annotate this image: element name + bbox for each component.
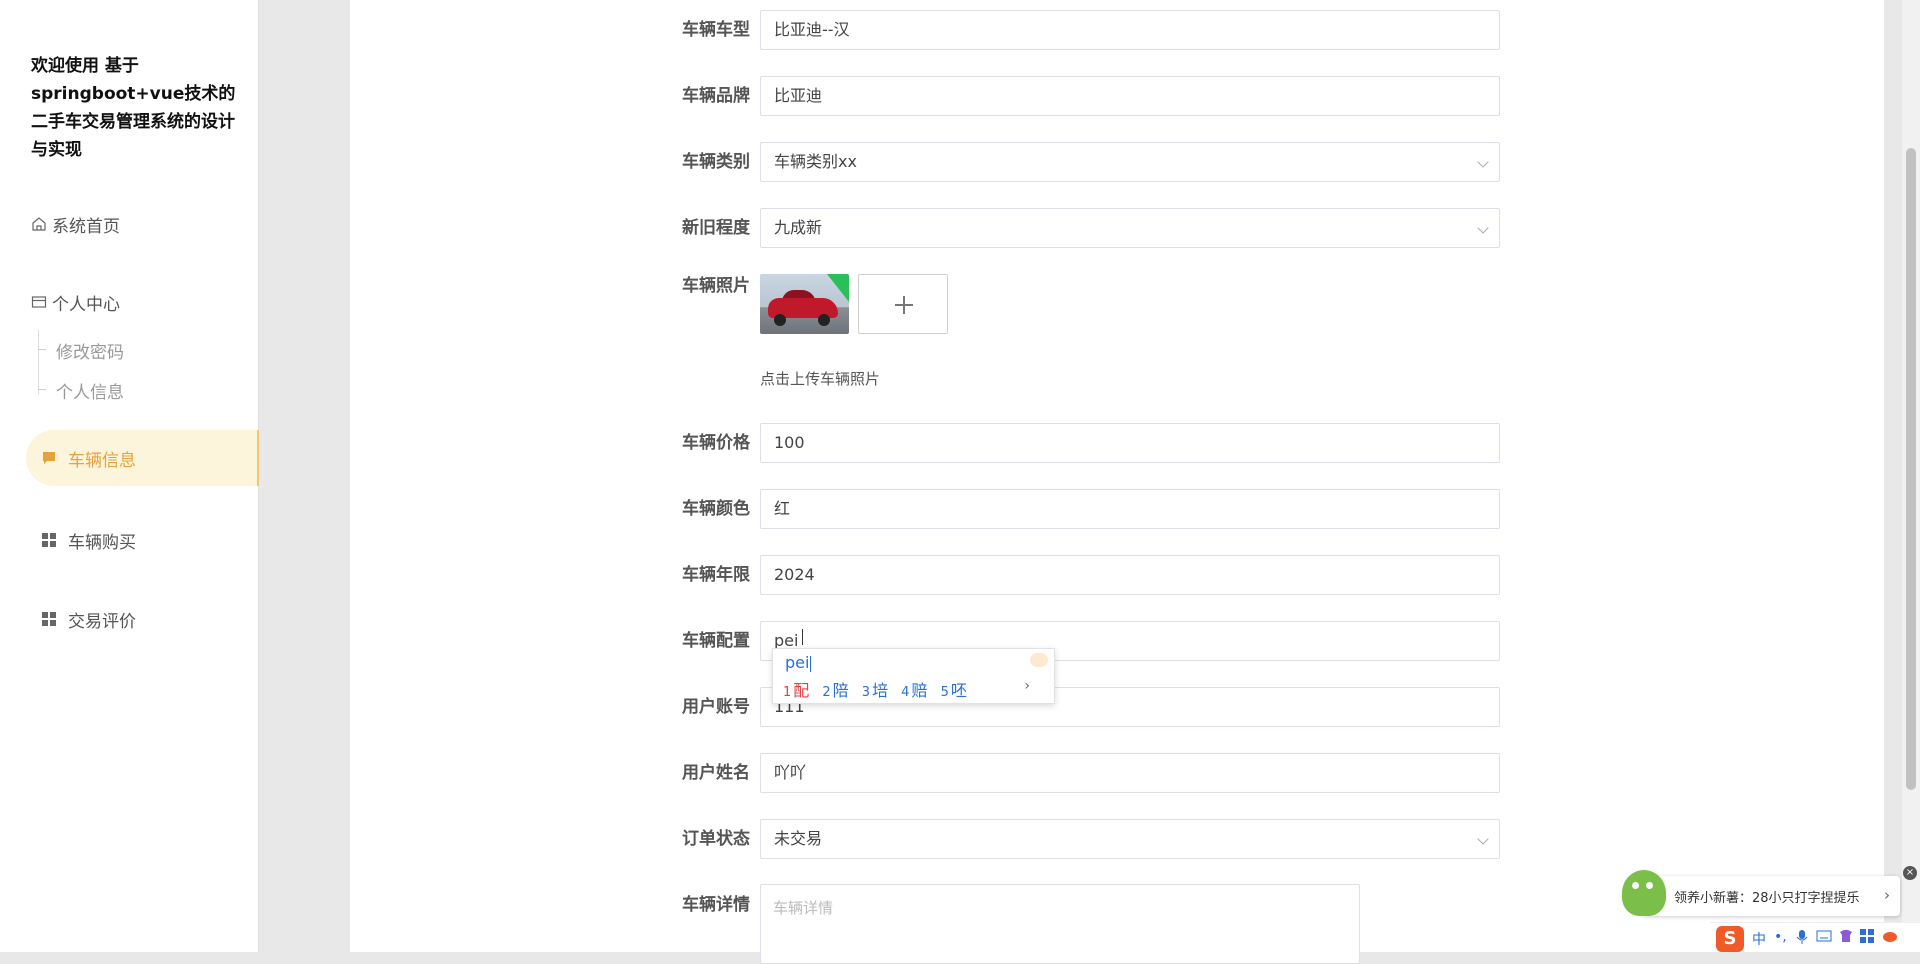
order-status-select[interactable]: 未交易 xyxy=(760,819,1500,859)
keyboard-icon[interactable] xyxy=(1816,929,1832,947)
ime-candidate[interactable]: 4赔 xyxy=(901,681,927,700)
ime-candidate[interactable]: 3培 xyxy=(862,681,888,700)
sidebar-item-vehicle-buy-label: 车辆购买 xyxy=(68,532,136,553)
chevron-down-icon xyxy=(1477,222,1489,234)
sidebar-item-change-password-label: 修改密码 xyxy=(56,343,124,363)
microphone-icon[interactable] xyxy=(1796,929,1808,949)
category-label: 车辆类别 xyxy=(682,152,750,172)
sogou-logo-icon[interactable]: S xyxy=(1716,926,1744,952)
order-status-label: 订单状态 xyxy=(682,829,750,849)
category-select-value: 车辆类别xx xyxy=(774,152,857,171)
model-input[interactable]: 比亚迪--汉 xyxy=(760,10,1500,50)
toast-close-icon[interactable]: × xyxy=(1903,866,1917,880)
ime-language-toggle[interactable]: 中 xyxy=(1752,929,1766,949)
toolbox-icon[interactable] xyxy=(1860,929,1874,947)
username-label: 用户姓名 xyxy=(682,763,750,783)
chevron-down-icon xyxy=(1477,833,1489,845)
condition-label: 新旧程度 xyxy=(682,218,750,238)
ime-composition: pei xyxy=(785,653,812,672)
chevron-down-icon xyxy=(1477,156,1489,168)
ime-candidates: 1配 2陪 3培 4赔 5呸 xyxy=(783,677,975,701)
price-label: 车辆价格 xyxy=(682,433,750,453)
form-row-order-status: 订单状态 未交易 xyxy=(0,819,1920,859)
form-row-years: 车辆年限 2024 xyxy=(0,555,1920,595)
grid-icon xyxy=(40,531,58,549)
category-select[interactable]: 车辆类别xx xyxy=(760,142,1500,182)
form-row-username: 用户姓名 吖吖 xyxy=(0,753,1920,793)
ime-candidate-popup: pei 1配 2陪 3培 4赔 5呸 › xyxy=(772,648,1055,704)
order-status-select-value: 未交易 xyxy=(774,829,823,848)
model-label: 车辆车型 xyxy=(682,20,750,40)
sidebar-item-personal-info[interactable]: 个人信息 xyxy=(38,378,124,403)
vehicle-photo-thumbnail[interactable] xyxy=(760,274,849,334)
details-textarea[interactable]: 车辆详情 xyxy=(760,884,1360,964)
ime-candidate[interactable]: 2陪 xyxy=(822,681,848,700)
scrollbar-thumb[interactable] xyxy=(1906,148,1916,790)
form-row-color: 车辆颜色 红 xyxy=(0,489,1920,529)
mascot-small-icon[interactable] xyxy=(1882,929,1898,947)
ime-candidate[interactable]: 5呸 xyxy=(941,681,967,700)
details-label: 车辆详情 xyxy=(682,895,750,915)
form-row-brand: 车辆品牌 比亚迪 xyxy=(0,76,1920,116)
punctuation-icon[interactable]: •, xyxy=(1774,929,1787,945)
mascot-icon xyxy=(1622,870,1666,916)
username-input[interactable]: 吖吖 xyxy=(760,753,1500,793)
years-input[interactable]: 2024 xyxy=(760,555,1500,595)
brand-label: 车辆品牌 xyxy=(682,86,750,106)
years-label: 车辆年限 xyxy=(682,565,750,585)
condition-select[interactable]: 九成新 xyxy=(760,208,1500,248)
price-input[interactable]: 100 xyxy=(760,423,1500,463)
photo-label: 车辆照片 xyxy=(682,276,750,296)
condition-select-value: 九成新 xyxy=(774,218,823,237)
submenu-line xyxy=(38,330,39,394)
config-label: 车辆配置 xyxy=(682,631,750,651)
chevron-right-icon: › xyxy=(1884,886,1890,904)
color-label: 车辆颜色 xyxy=(682,499,750,519)
sidebar-item-personal-info-label: 个人信息 xyxy=(56,383,124,403)
sidebar-item-change-password[interactable]: 修改密码 xyxy=(38,338,124,363)
form-row-photo: 车辆照片 xyxy=(0,274,1920,314)
form-row-price: 车辆价格 100 xyxy=(0,423,1920,463)
scrollbar[interactable] xyxy=(1902,0,1920,952)
form-row-condition: 新旧程度 九成新 xyxy=(0,208,1920,248)
ime-logo-icon xyxy=(1030,653,1048,667)
form-row-category: 车辆类别 车辆类别xx xyxy=(0,142,1920,182)
text-cursor xyxy=(802,629,804,645)
form-row-model: 车辆车型 比亚迪--汉 xyxy=(0,10,1920,50)
upload-hint: 点击上传车辆照片 xyxy=(760,370,881,388)
account-label: 用户账号 xyxy=(682,697,750,717)
ime-next-page-icon[interactable]: › xyxy=(1024,678,1030,694)
ime-toast[interactable]: 领养小新薯：28小只打字捏提乐 › xyxy=(1622,870,1900,916)
upload-photo-button[interactable] xyxy=(858,274,948,334)
ime-toolbar: S 中 •, xyxy=(1710,922,1920,952)
skin-icon[interactable] xyxy=(1838,929,1854,947)
toast-text: 领养小新薯：28小只打字捏提乐 xyxy=(1674,891,1860,906)
brand-input[interactable]: 比亚迪 xyxy=(760,76,1500,116)
color-input[interactable]: 红 xyxy=(760,489,1500,529)
ime-candidate[interactable]: 1配 xyxy=(783,681,809,700)
